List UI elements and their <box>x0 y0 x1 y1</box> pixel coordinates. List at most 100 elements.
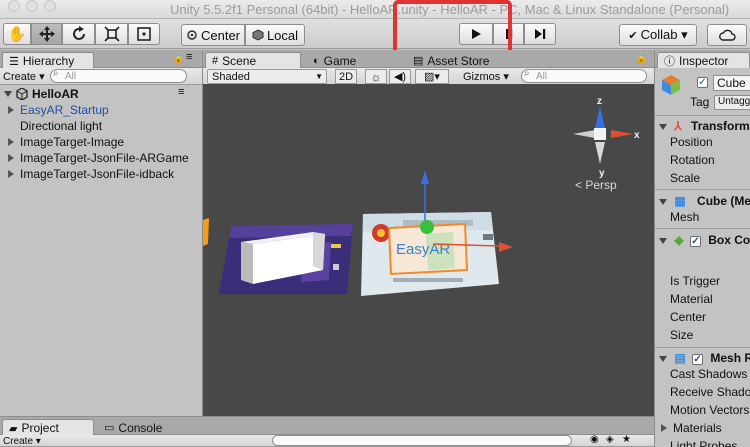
scene-lock-icon[interactable]: 🔒 <box>635 53 647 64</box>
project-subbar: Create ▾ ◉ ◈ ★ <box>0 434 654 447</box>
pivot-center-toggle[interactable]: Center <box>181 24 245 46</box>
close-window-button[interactable] <box>8 0 20 12</box>
game-controller-icon: ◐ <box>313 54 320 67</box>
tab-inspector[interactable]: ⓘ Inspector <box>657 52 750 69</box>
rotate-tool-button[interactable] <box>62 23 95 45</box>
tab-hierarchy-label: Hierarchy <box>22 54 75 68</box>
hierarchy-item[interactable]: Directional light <box>0 118 202 134</box>
tab-project[interactable]: ▰ Project <box>2 419 94 436</box>
project-search-input[interactable] <box>272 435 572 446</box>
scale-tool-button[interactable] <box>95 23 128 45</box>
receive-shadows-label: Receive Shadows <box>670 385 750 399</box>
2d-mode-label: 2D <box>338 70 354 83</box>
favorite-star-icon[interactable]: ★ <box>622 434 631 445</box>
inspector-body: ✓ Cube Tag Untagged ⅄ Transform Position… <box>655 68 750 447</box>
hierarchy-item[interactable]: EasyAR_Startup <box>0 102 202 118</box>
cloud-icon <box>719 29 736 41</box>
step-button[interactable] <box>524 23 556 45</box>
cast-shadows-label: Cast Shadows <box>670 367 748 381</box>
tab-scene[interactable]: # Scene <box>205 52 301 69</box>
axis-z-label: z <box>597 96 602 107</box>
hierarchy-item-label: ImageTarget-Image <box>20 135 125 149</box>
project-create-dropdown[interactable]: Create ▾ <box>3 435 41 447</box>
tab-console[interactable]: ▭ Console <box>98 419 188 436</box>
hierarchy-item[interactable]: ImageTarget-Image <box>0 134 202 150</box>
hierarchy-item-label: Directional light <box>20 119 103 133</box>
scene-lighting-toggle[interactable]: ☼ <box>365 69 387 84</box>
sun-icon: ☼ <box>370 69 382 84</box>
hierarchy-item[interactable]: ImageTarget-JsonFile-idback <box>0 166 202 182</box>
local-space-icon <box>252 29 264 41</box>
cloud-services-button[interactable] <box>707 24 747 46</box>
collapsed-arrow-icon <box>661 424 667 432</box>
mesh-label: Mesh <box>670 210 700 224</box>
box-collider-header[interactable]: ◆ ✓ Box Collider <box>659 233 750 247</box>
main-toolbar: ✋ Center Local ✔ Collab ▾ <box>0 19 750 49</box>
collapsed-arrow-icon <box>8 138 14 146</box>
hierarchy-tabbar: ☰ Hierarchy 🔒 ≡ <box>0 50 202 69</box>
scale-label: Scale <box>670 171 701 185</box>
filter-by-label-icon[interactable]: ◈ <box>606 434 614 445</box>
move-tool-button[interactable] <box>31 23 62 45</box>
material-label: Material <box>670 292 713 306</box>
tag-label: Tag <box>690 95 710 109</box>
move-arrows-icon <box>38 26 55 42</box>
scene-viewport[interactable]: EasyAR z x y < Persp <box>203 84 654 416</box>
filter-by-type-icon[interactable]: ◉ <box>590 434 599 445</box>
minimize-window-button[interactable] <box>26 0 38 12</box>
fold-arrow-icon <box>659 124 667 130</box>
materials-row[interactable]: Materials <box>661 421 722 435</box>
motion-vectors-label: Motion Vectors <box>670 403 750 417</box>
2d-mode-toggle[interactable]: 2D <box>335 69 357 84</box>
tab-game[interactable]: ◐ Game <box>307 52 397 69</box>
maximize-window-button[interactable] <box>44 0 56 12</box>
collapsed-arrow-icon <box>8 106 14 114</box>
mesh-filter-header[interactable]: ▦ Cube (Mesh Filter) <box>659 194 750 208</box>
gizmos-dropdown[interactable]: Gizmos ▾ <box>459 69 517 84</box>
tab-asset-store[interactable]: ▤ Asset Store <box>407 52 517 69</box>
transform-header[interactable]: ⅄ Transform <box>659 119 750 133</box>
hierarchy-item-label: ImageTarget-JsonFile-idback <box>20 167 175 181</box>
checkmark-icon: ✔ <box>628 29 638 42</box>
rotation-label: Rotation <box>670 153 715 167</box>
dropdown-arrow-icon: ▼ <box>315 72 323 81</box>
rect-tool-button[interactable] <box>128 23 160 45</box>
scene-search-placeholder: All <box>536 70 548 82</box>
collab-dropdown[interactable]: ✔ Collab ▾ <box>619 24 697 46</box>
object-active-checkbox[interactable]: ✓ <box>697 77 708 88</box>
mesh-renderer-header-label: Mesh Renderer <box>710 351 750 365</box>
projection-persp-label[interactable]: < Persp <box>575 178 617 192</box>
hierarchy-item[interactable]: ImageTarget-JsonFile-ARGame <box>0 150 202 166</box>
object-name-field[interactable]: Cube <box>713 75 750 91</box>
box-collider-enabled-checkbox[interactable]: ✓ <box>689 236 701 247</box>
tab-hierarchy[interactable]: ☰ Hierarchy <box>2 52 94 69</box>
hierarchy-create-dropdown[interactable]: Create ▾ <box>3 69 45 84</box>
shopping-bag-icon: ▤ <box>413 55 424 67</box>
space-local-toggle[interactable]: Local <box>245 24 305 46</box>
scene-name: HelloAR <box>32 87 79 101</box>
tab-inspector-label: Inspector <box>679 54 729 68</box>
mesh-renderer-enabled-checkbox[interactable]: ✓ <box>692 354 704 365</box>
hand-tool-button[interactable]: ✋ <box>3 23 31 45</box>
scene-search-input[interactable]: All <box>521 69 647 83</box>
scene-audio-toggle[interactable]: ◀) <box>389 69 411 84</box>
scene-effects-dropdown[interactable]: ▨▾ <box>415 69 449 84</box>
shading-mode-label: Shaded <box>212 70 250 83</box>
mesh-renderer-header[interactable]: ▤ ✓ Mesh Renderer <box>659 351 750 365</box>
hierarchy-search-input[interactable]: All <box>50 69 187 83</box>
fold-arrow-icon <box>659 356 667 362</box>
fold-arrow-icon <box>659 238 667 244</box>
panel-menu-icon[interactable]: ≡ <box>186 51 192 63</box>
tag-dropdown[interactable]: Untagged <box>714 95 750 110</box>
scene-menu-icon[interactable]: ≡ <box>178 86 184 98</box>
list-icon: ☰ <box>9 55 19 68</box>
rect-icon <box>137 27 151 41</box>
fold-arrow-icon <box>659 199 667 205</box>
orientation-gizmo[interactable]: z x y <box>573 96 640 179</box>
scene-root-row[interactable]: HelloAR ≡ <box>0 86 202 102</box>
shading-mode-dropdown[interactable]: Shaded ▼ <box>207 69 327 84</box>
collab-label: Collab ▾ <box>640 27 688 42</box>
lock-icon[interactable]: 🔒 <box>172 53 184 64</box>
tab-asset-store-label: Asset Store <box>427 53 490 68</box>
hierarchy-item-label: EasyAR_Startup <box>20 103 109 117</box>
